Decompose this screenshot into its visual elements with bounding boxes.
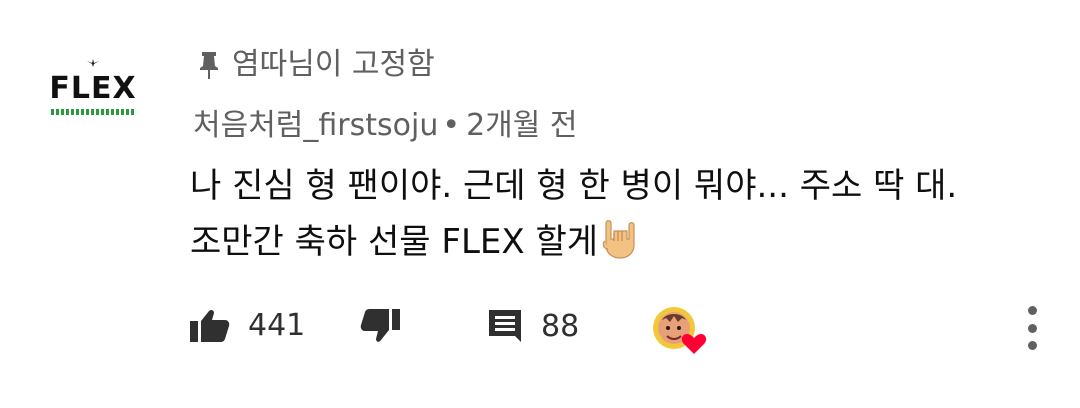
thumb-up-icon: [190, 309, 230, 343]
reply-count: 88: [541, 308, 580, 344]
reply-button[interactable]: 88: [487, 308, 579, 344]
creator-heart-icon: [652, 306, 708, 356]
pinned-indicator: 염따님이 고정함: [196, 46, 435, 84]
comment-time[interactable]: 2개월 전: [466, 108, 577, 143]
pinned-label: 염따님이 고정함: [232, 47, 435, 82]
pin-icon: [200, 52, 218, 79]
channel-avatar[interactable]: FLEX: [48, 56, 138, 136]
thumb-down-icon: [360, 308, 400, 344]
like-button[interactable]: 441: [190, 308, 305, 343]
bird-icon: [87, 59, 99, 67]
comment-header: 처음처럼_firstsoju • 2개월 전: [193, 106, 578, 146]
comment-body: 나 진심 형 팬이야. 근데 형 한 병이 뭐야... 주소 딱 대. 조만간 …: [190, 158, 1060, 276]
logo-subtext: [51, 109, 135, 115]
dislike-button[interactable]: [360, 308, 400, 344]
comment-thread: FLEX 염따님이 고정함 처음처럼_firstsoju • 2개월 전 나 진심 …: [0, 0, 1080, 408]
comment-body-text-2: 조만간 축하 선물 FLEX 할게: [190, 222, 599, 262]
more-options-button[interactable]: [1020, 306, 1044, 350]
comment-body-line-1: 나 진심 형 팬이야. 근데 형 한 병이 뭐야... 주소 딱 대.: [190, 166, 958, 206]
comment-actions: 441 88: [0, 300, 1080, 360]
comment-icon: [487, 308, 523, 344]
sign-of-horns-emoji: [600, 219, 638, 276]
separator-dot: •: [442, 108, 461, 143]
like-count: 441: [248, 308, 306, 343]
logo-text: FLEX: [49, 71, 137, 106]
more-dot: [1027, 306, 1037, 315]
more-dot: [1027, 341, 1037, 350]
author-name[interactable]: 처음처럼_firstsoju: [193, 108, 438, 143]
more-dot: [1027, 323, 1037, 333]
comment-body-line-2: 조만간 축하 선물 FLEX 할게: [190, 214, 1060, 276]
